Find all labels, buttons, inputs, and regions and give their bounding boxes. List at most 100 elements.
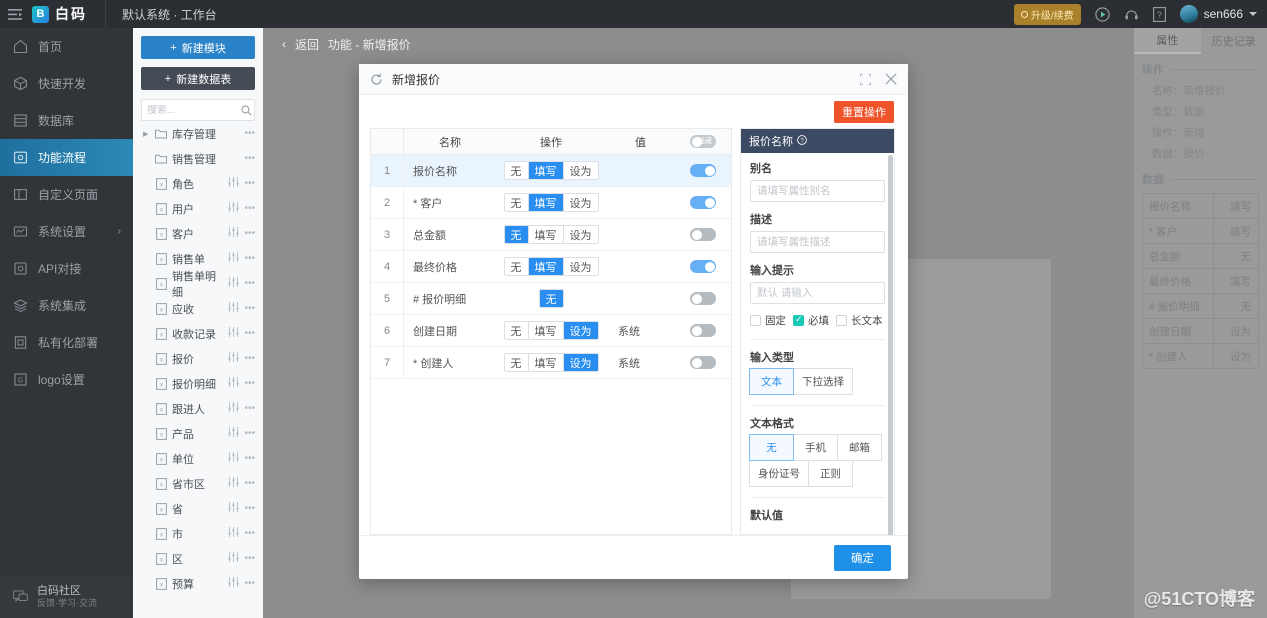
op-option[interactable]: 填写 <box>528 258 564 275</box>
table-row-tools[interactable]: ••• <box>228 302 255 315</box>
operation-segmented[interactable]: 无填写 设为 <box>503 257 599 276</box>
sidebar-item-2[interactable]: 数据库 <box>0 102 133 139</box>
chevron-left-icon[interactable]: ‹ <box>282 37 286 51</box>
table-row-tools[interactable]: ••• <box>228 477 255 490</box>
expand-icon[interactable] <box>860 73 871 85</box>
text-format-option[interactable]: 邮箱 <box>837 434 882 461</box>
detail-checkbox[interactable]: 固定 <box>750 313 786 328</box>
more-options-icon[interactable]: ••• <box>244 278 255 289</box>
table-row-tools[interactable]: ••• <box>228 252 255 265</box>
sliders-icon[interactable] <box>228 202 240 215</box>
menu-collapse-icon[interactable] <box>0 8 30 20</box>
question-circle-icon[interactable]: ? <box>797 134 807 148</box>
op-option[interactable]: 无 <box>504 354 529 371</box>
table-list-item[interactable]: x 用户 ••• <box>133 196 263 221</box>
checkbox-box[interactable] <box>750 315 761 326</box>
headset-icon[interactable] <box>1124 7 1139 22</box>
sidebar-community-link[interactable]: 白码社区 反馈·学习·交流 <box>0 576 133 618</box>
sliders-icon[interactable] <box>228 352 240 365</box>
table-list-item[interactable]: x 产品 ••• <box>133 421 263 446</box>
checkbox-box[interactable] <box>836 315 847 326</box>
row-toggle-cell[interactable] <box>675 260 731 273</box>
row-hide-toggle[interactable] <box>690 228 716 241</box>
sliders-icon[interactable] <box>228 452 240 465</box>
sidebar-item-5[interactable]: 系统设置 › <box>0 213 133 250</box>
more-options-icon[interactable]: ••• <box>244 453 255 464</box>
table-row-tools[interactable]: ••• <box>228 327 255 340</box>
table-list-item[interactable]: x 应收 ••• <box>133 296 263 321</box>
sliders-icon[interactable] <box>228 327 240 340</box>
text-format-option[interactable]: 手机 <box>793 434 838 461</box>
table-list-item[interactable]: x 市 ••• <box>133 521 263 546</box>
properties-tab-0[interactable]: 属性 <box>1134 28 1201 54</box>
row-hide-toggle[interactable] <box>690 196 716 209</box>
close-icon[interactable] <box>885 73 897 85</box>
row-hide-toggle[interactable] <box>690 324 716 337</box>
table-list-item[interactable]: x 区 ••• <box>133 546 263 571</box>
more-options-icon[interactable]: ••• <box>244 128 255 139</box>
op-option[interactable]: 无 <box>504 194 529 211</box>
row-hide-toggle[interactable] <box>690 260 716 273</box>
op-option[interactable]: 填写 <box>528 354 564 371</box>
input-type-option[interactable]: 下拉选择 <box>793 368 853 395</box>
search-input[interactable] <box>147 104 237 116</box>
row-hide-toggle[interactable] <box>690 164 716 177</box>
detail-checkbox[interactable]: 长文本 <box>836 313 883 328</box>
table-list-item[interactable]: x 报价 ••• <box>133 346 263 371</box>
table-list-item[interactable]: x 角色 ••• <box>133 171 263 196</box>
table-list-item[interactable]: x 省市区 ••• <box>133 471 263 496</box>
sidebar-item-7[interactable]: 系统集成 <box>0 287 133 324</box>
attribute-row[interactable]: 6 创建日期 无填写 设为 系统 <box>371 315 731 347</box>
more-options-icon[interactable]: ••• <box>244 403 255 414</box>
op-option[interactable]: 设为 <box>563 162 598 179</box>
table-list-item[interactable]: x 单位 ••• <box>133 446 263 471</box>
op-option[interactable]: 无 <box>504 162 529 179</box>
sliders-icon[interactable] <box>228 252 240 265</box>
back-label[interactable]: 返回 <box>295 36 319 53</box>
row-hide-toggle[interactable] <box>690 356 716 369</box>
table-row-tools[interactable]: ••• <box>228 277 255 290</box>
more-options-icon[interactable]: ••• <box>244 503 255 514</box>
more-options-icon[interactable]: ••• <box>244 328 255 339</box>
attribute-row[interactable]: 2 * 客户 无填写 设为 <box>371 187 731 219</box>
table-row-tools[interactable]: ••• <box>228 527 255 540</box>
operation-segmented[interactable]: 无填写 设为 <box>503 193 599 212</box>
op-option[interactable]: 设为 <box>563 322 598 339</box>
op-option[interactable]: 无 <box>504 258 529 275</box>
refresh-icon[interactable] <box>370 73 383 86</box>
attribute-row[interactable]: 3 总金额 无填写 设为 <box>371 219 731 251</box>
new-module-button[interactable]: + 新建模块 <box>141 36 255 59</box>
sliders-icon[interactable] <box>228 552 240 565</box>
sidebar-item-1[interactable]: 快速开发 <box>0 65 133 102</box>
sliders-icon[interactable] <box>228 477 240 490</box>
more-options-icon[interactable]: ••• <box>244 303 255 314</box>
table-row-tools[interactable]: ••• <box>228 427 255 440</box>
new-table-button[interactable]: + 新建数据表 <box>141 67 255 90</box>
table-list-item[interactable]: x 客户 ••• <box>133 221 263 246</box>
table-row-tools[interactable]: ••• <box>228 452 255 465</box>
detail-scrollbar[interactable] <box>888 155 893 535</box>
column-hide-toggle[interactable]: 隐藏 <box>675 135 731 148</box>
sidebar-item-0[interactable]: 首页 <box>0 28 133 65</box>
attribute-row[interactable]: 1 报价名称 无填写 设为 <box>371 155 731 187</box>
more-options-icon[interactable]: ••• <box>244 253 255 264</box>
op-option[interactable]: 填写 <box>528 322 564 339</box>
description-input[interactable] <box>750 231 885 253</box>
table-search-box[interactable] <box>141 99 255 121</box>
table-list-item[interactable]: x 报价明细 ••• <box>133 371 263 396</box>
op-option[interactable]: 填写 <box>528 194 564 211</box>
operation-segmented[interactable]: 无填写 设为 <box>503 321 599 340</box>
sidebar-item-3[interactable]: 功能流程 <box>0 139 133 176</box>
sliders-icon[interactable] <box>228 427 240 440</box>
row-toggle-cell[interactable] <box>675 228 731 241</box>
operation-segmented[interactable]: 无填写 设为 <box>503 225 599 244</box>
table-list-item[interactable]: x 跟进人 ••• <box>133 396 263 421</box>
sliders-icon[interactable] <box>228 502 240 515</box>
row-toggle-cell[interactable] <box>675 196 731 209</box>
row-toggle-cell[interactable] <box>675 292 731 305</box>
row-hide-toggle[interactable] <box>690 292 716 305</box>
operation-segmented[interactable]: 无填写 设为 <box>503 353 599 372</box>
app-logo[interactable]: B 白码 <box>30 4 87 24</box>
sliders-icon[interactable] <box>228 302 240 315</box>
more-options-icon[interactable]: ••• <box>244 528 255 539</box>
